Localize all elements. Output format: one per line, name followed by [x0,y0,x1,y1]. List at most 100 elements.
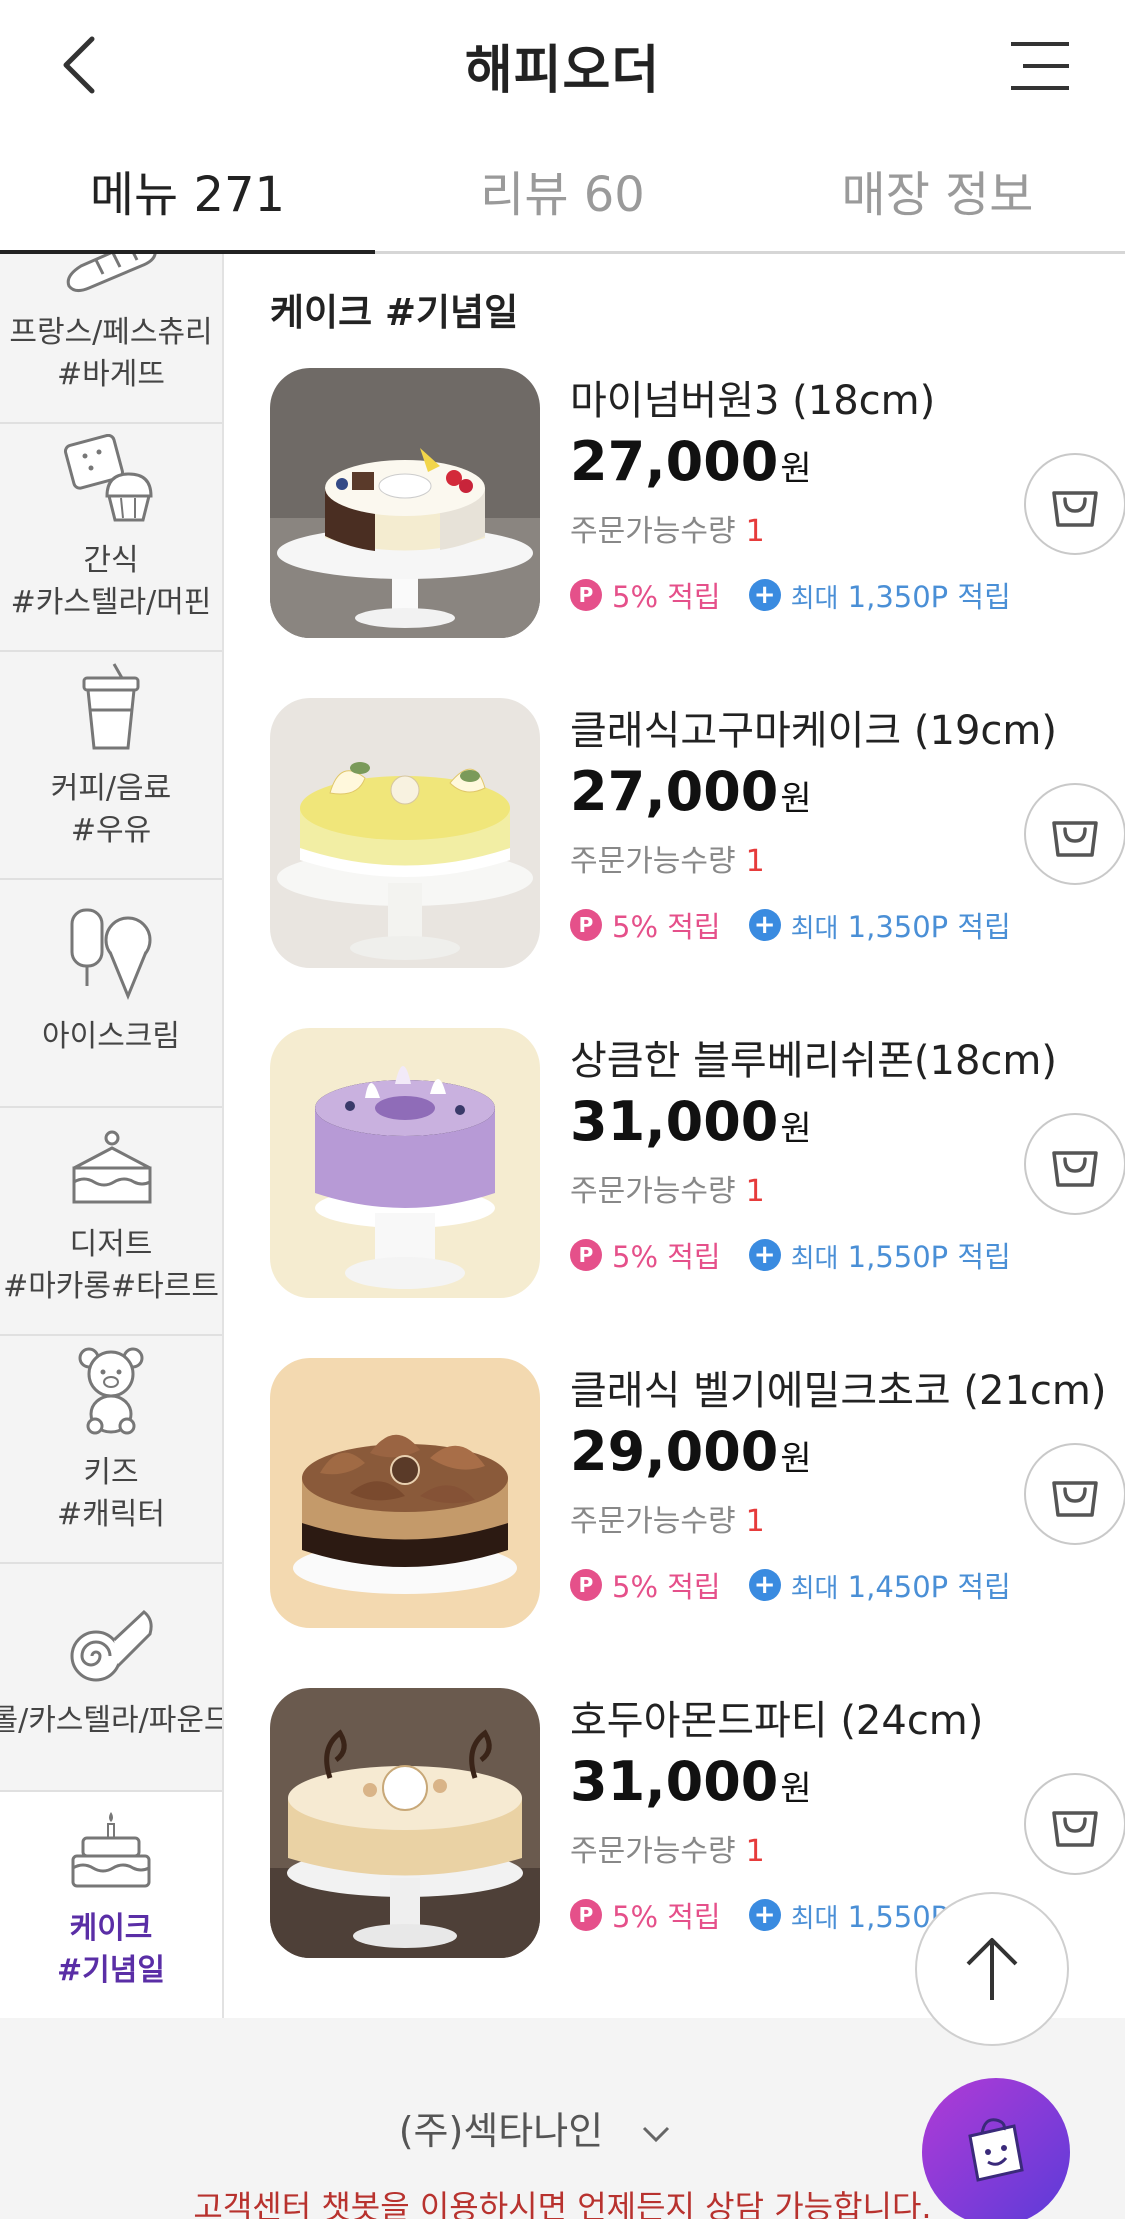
point-badge-icon: P [570,1569,602,1601]
plus-circle-icon: + [748,579,781,611]
product-price: 27,000원 [570,760,812,823]
order-quantity: 주문가능수량 1 [570,844,765,879]
add-to-cart-button[interactable] [1024,1113,1125,1215]
product-card[interactable]: 클래식 벨기에밀크초코 (21cm) 29,000원 주문가능수량 1 P 5% … [270,1358,1125,1628]
points-info: P 5% 적립 + 최대 1,550P 적립 [570,1234,1011,1276]
product-card[interactable]: 마이넘버원3 (18cm) 27,000원 주문가능수량 1 P 5% 적립 + … [270,368,1125,638]
product-name: 클래식고구마케이크 (19cm) [570,708,1057,754]
max-points: 최대 1,350P 적립 [790,910,1011,944]
sidebar-item-label: 간식 [83,543,139,578]
point-rate: 5% 적립 [612,910,721,944]
product-list: 케이크 #기념일 마이넘버원3 (18cm) 27,000원 주문가능수량 1 … [226,254,1125,2018]
tab-reviews[interactable]: 리뷰 60 [375,128,750,251]
points-info: P 5% 적립 + 최대 1,450P 적립 [570,1564,1011,1606]
ice-cream-icon [70,908,152,1000]
max-points: 최대 1,550P 적립 [790,1240,1011,1274]
sidebar-item-tag: #바게뜨 [57,357,165,392]
plus-circle-icon: + [748,1569,781,1601]
sidebar-item-kids[interactable]: 키즈 #캐릭터 [0,1336,222,1564]
add-to-cart-button[interactable] [1024,783,1125,885]
birthday-cake-icon [71,1812,151,1888]
hamburger-icon [1011,42,1069,90]
product-image[interactable] [270,368,540,638]
sidebar-item-tag: #캐릭터 [57,1497,165,1532]
point-badge-icon: P [570,1239,602,1271]
plus-circle-icon: + [748,1899,781,1931]
scroll-to-top-button[interactable] [915,1892,1069,2046]
max-points: 최대 1,450P 적립 [790,1570,1011,1604]
point-rate: 5% 적립 [612,1240,721,1274]
product-price: 31,000원 [570,1750,812,1813]
product-card[interactable]: 상큼한 블루베리쉬폰(18cm) 31,000원 주문가능수량 1 P 5% 적립… [270,1028,1125,1298]
teddy-bear-icon [78,1347,144,1435]
point-rate: 5% 적립 [612,1570,721,1604]
product-name: 상큼한 블루베리쉬폰(18cm) [570,1038,1057,1084]
order-quantity: 주문가능수량 1 [570,1834,765,1869]
sidebar-item-label: 키즈 [83,1455,139,1490]
drink-cup-icon [82,663,140,750]
product-price: 29,000원 [570,1420,812,1483]
section-title: 케이크 #기념일 [270,291,519,334]
point-badge-icon: P [570,1899,602,1931]
max-points: 최대 1,350P 적립 [790,580,1011,614]
sidebar-item-label: 롤/카스텔라/파운드 [0,1703,224,1738]
plus-circle-icon: + [748,909,781,941]
sidebar-item-tag: #마카롱#타르트 [3,1269,219,1304]
point-badge-icon: P [570,579,602,611]
product-price: 27,000원 [570,430,812,493]
sidebar-item-label: 케이크 [69,1911,153,1946]
point-badge-icon: P [570,909,602,941]
company-name: (주)섹타나인 [398,2109,604,2153]
product-image[interactable] [270,1688,540,1958]
chatbot-button[interactable] [922,2078,1070,2219]
add-to-cart-button[interactable] [1024,453,1125,555]
order-quantity: 주문가능수량 1 [570,514,765,549]
sidebar-item-tag: #기념일 [57,1953,165,1988]
sidebar-item-tag: #우유 [70,813,152,848]
shopping-bag-icon [1052,821,1098,857]
chatbot-bag-icon [968,2118,1024,2182]
product-name: 호두아몬드파티 (24cm) [570,1698,984,1744]
sidebar-item-snack[interactable]: 간식 #카스텔라/머핀 [0,424,222,652]
category-sidebar: 프랑스/페스츄리 #바게뜨 간식 #카스텔라/머핀 커피/음료 #우유 아이스크… [0,254,224,2018]
shopping-bag-icon [1052,1481,1098,1517]
cookie-muffin-icon [63,434,153,522]
roll-cake-icon [70,1610,153,1682]
sidebar-item-icecream[interactable]: 아이스크림 [0,880,222,1108]
chevron-down-icon [643,2126,670,2142]
bread-icon [66,254,157,293]
product-image[interactable] [270,698,540,968]
company-info-toggle[interactable]: (주)섹타나인 [0,2100,1070,2155]
sidebar-item-dessert[interactable]: 디저트 #마카롱#타르트 [0,1108,222,1336]
shopping-bag-icon [1052,1811,1098,1847]
plus-circle-icon: + [748,1239,781,1271]
app-header: 해피오더 [0,0,1125,128]
product-name: 마이넘버원3 (18cm) [570,378,936,424]
sidebar-item-label: 아이스크림 [42,1019,180,1054]
sidebar-item-coffee[interactable]: 커피/음료 #우유 [0,652,222,880]
sidebar-item-cake[interactable]: 케이크 #기념일 [0,1792,222,2018]
hamburger-menu-button[interactable] [1005,38,1075,94]
sidebar-item-roll[interactable]: 롤/카스텔라/파운드 [0,1564,222,1792]
cake-slice-icon [72,1130,152,1204]
product-image[interactable] [270,1028,540,1298]
order-quantity: 주문가능수량 1 [570,1504,765,1539]
shopping-bag-icon [1052,1151,1098,1187]
product-image[interactable] [270,1358,540,1628]
tab-bar: 메뉴 271 리뷰 60 매장 정보 [0,128,1125,254]
sidebar-item-label: 커피/음료 [50,771,172,806]
sidebar-item-bread[interactable]: 프랑스/페스츄리 #바게뜨 [0,254,222,424]
product-name: 클래식 벨기에밀크초코 (21cm) [570,1368,1107,1414]
add-to-cart-button[interactable] [1024,1773,1125,1875]
tab-store-info[interactable]: 매장 정보 [750,128,1125,251]
sidebar-item-label: 디저트 [69,1227,153,1262]
points-info: P 5% 적립 + 최대 1,350P 적립 [570,574,1011,616]
sidebar-item-tag: #카스텔라/머핀 [10,585,212,620]
point-rate: 5% 적립 [612,580,721,614]
product-card[interactable]: 클래식고구마케이크 (19cm) 27,000원 주문가능수량 1 P 5% 적립… [270,698,1125,968]
tab-menu[interactable]: 메뉴 271 [0,128,375,254]
sidebar-item-label: 프랑스/페스츄리 [9,315,213,350]
points-info: P 5% 적립 + 최대 1,350P 적립 [570,904,1011,946]
page-title: 해피오더 [464,41,661,101]
add-to-cart-button[interactable] [1024,1443,1125,1545]
